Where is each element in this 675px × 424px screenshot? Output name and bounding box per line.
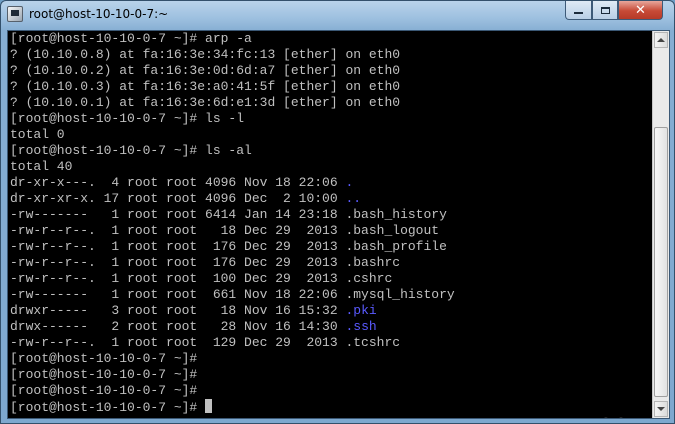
terminal-text: total 0	[10, 127, 65, 142]
title-bar[interactable]: root@host-10-10-0-7:~ ✕	[1, 1, 674, 29]
terminal-line: dr-xr-x---. 4 root root 4096 Nov 18 22:0…	[10, 175, 650, 191]
text-cursor	[205, 399, 213, 413]
terminal-text: -rw------- 1 root root 6414 Jan 14 23:18…	[10, 207, 447, 222]
terminal-line: drwxr----- 3 root root 18 Nov 16 15:32 .…	[10, 303, 650, 319]
watermark-text: www.wooyun.org	[512, 409, 669, 418]
terminal-text: dr-xr-x---. 4 root root 4096 Nov 18 22:0…	[10, 175, 346, 190]
terminal-text: dr-xr-xr-x. 17 root root 4096 Dec 2 10:0…	[10, 191, 346, 206]
terminal-line: drwx------ 2 root root 28 Nov 16 14:30 .…	[10, 319, 650, 335]
minimize-icon	[574, 12, 583, 14]
terminal-line: -rw------- 1 root root 6414 Jan 14 23:18…	[10, 207, 650, 223]
terminal-text: [root@host-10-10-0-7 ~]#	[10, 383, 198, 398]
terminal-text: [root@host-10-10-0-7 ~]# ls -l	[10, 111, 245, 126]
directory-name: .ssh	[345, 319, 377, 334]
terminal-text: drwxr----- 3 root root 18 Nov 16 15:32	[10, 303, 346, 318]
terminal-client-area[interactable]: [root@host-10-10-0-7 ~]# arp -a? (10.10.…	[7, 30, 670, 419]
maximize-button[interactable]	[592, 1, 618, 20]
terminal-text: ? (10.10.0.3) at fa:16:3e:a0:41:5f [ethe…	[10, 79, 401, 94]
terminal-line: ? (10.10.0.3) at fa:16:3e:a0:41:5f [ethe…	[10, 79, 650, 95]
directory-name: ..	[345, 191, 362, 206]
terminal-window: root@host-10-10-0-7:~ ✕ [root@host-10-10…	[0, 0, 675, 424]
terminal-line: ? (10.10.0.2) at fa:16:3e:0d:6d:a7 [ethe…	[10, 63, 650, 79]
terminal-text: [root@host-10-10-0-7 ~]#	[10, 367, 198, 382]
terminal-text: -rw-r--r--. 1 root root 176 Dec 29 2013 …	[10, 255, 401, 270]
terminal-text: [root@host-10-10-0-7 ~]# arp -a	[10, 31, 252, 46]
terminal-text: ? (10.10.0.2) at fa:16:3e:0d:6d:a7 [ethe…	[10, 63, 401, 78]
terminal-line: [root@host-10-10-0-7 ~]# arp -a	[10, 31, 650, 47]
terminal-text: -rw------- 1 root root 661 Nov 18 22:06 …	[10, 287, 455, 302]
terminal-text: [root@host-10-10-0-7 ~]#	[10, 351, 198, 366]
terminal-text: ? (10.10.0.8) at fa:16:3e:34:fc:13 [ethe…	[10, 47, 401, 62]
terminal-line: -rw-r--r--. 1 root root 18 Dec 29 2013 .…	[10, 223, 650, 239]
terminal-line: [root@host-10-10-0-7 ~]#	[10, 351, 650, 367]
terminal-line: [root@host-10-10-0-7 ~]# ls -al	[10, 143, 650, 159]
scrollbar-thumb[interactable]	[654, 127, 668, 397]
terminal-text: -rw-r--r--. 1 root root 100 Dec 29 2013 …	[10, 271, 393, 286]
window-title: root@host-10-10-0-7:~	[29, 7, 169, 21]
terminal-line: [root@host-10-10-0-7 ~]#	[10, 367, 650, 383]
terminal-line: [root@host-10-10-0-7 ~]# ls -l	[10, 111, 650, 127]
terminal-line: -rw-r--r--. 1 root root 176 Dec 29 2013 …	[10, 255, 650, 271]
terminal-line: [root@host-10-10-0-7 ~]#	[10, 383, 650, 399]
terminal-text: total 40	[10, 159, 73, 174]
terminal-line: dr-xr-xr-x. 17 root root 4096 Dec 2 10:0…	[10, 191, 650, 207]
terminal-text: ? (10.10.0.1) at fa:16:3e:6d:e1:3d [ethe…	[10, 95, 401, 110]
terminal-line: ? (10.10.0.8) at fa:16:3e:34:fc:13 [ethe…	[10, 47, 650, 63]
close-button[interactable]: ✕	[618, 1, 663, 20]
terminal-output[interactable]: [root@host-10-10-0-7 ~]# arp -a? (10.10.…	[10, 31, 650, 418]
terminal-text: drwx------ 2 root root 28 Nov 16 14:30	[10, 319, 346, 334]
minimize-button[interactable]	[565, 1, 592, 20]
directory-name: .pki	[345, 303, 377, 318]
terminal-line: -rw-r--r--. 1 root root 100 Dec 29 2013 …	[10, 271, 650, 287]
maximize-icon	[600, 6, 610, 14]
terminal-line: -rw------- 1 root root 661 Nov 18 22:06 …	[10, 287, 650, 303]
terminal-text: [root@host-10-10-0-7 ~]# ls -al	[10, 143, 252, 158]
terminal-line: total 40	[10, 159, 650, 175]
vertical-scrollbar[interactable]	[652, 31, 669, 418]
arrow-up-icon	[657, 38, 665, 42]
close-icon: ✕	[635, 2, 646, 18]
terminal-text: -rw-r--r--. 1 root root 129 Dec 29 2013 …	[10, 335, 401, 350]
terminal-text: -rw-r--r--. 1 root root 176 Dec 29 2013 …	[10, 239, 447, 254]
terminal-line: ? (10.10.0.1) at fa:16:3e:6d:e1:3d [ethe…	[10, 95, 650, 111]
directory-name: .	[345, 175, 354, 190]
terminal-line: -rw-r--r--. 1 root root 129 Dec 29 2013 …	[10, 335, 650, 351]
terminal-line: total 0	[10, 127, 650, 143]
terminal-text: [root@host-10-10-0-7 ~]#	[10, 400, 206, 415]
terminal-text: -rw-r--r--. 1 root root 18 Dec 29 2013 .…	[10, 223, 440, 238]
terminal-line: -rw-r--r--. 1 root root 176 Dec 29 2013 …	[10, 239, 650, 255]
putty-app-icon[interactable]	[7, 6, 23, 22]
scroll-up-button[interactable]	[654, 32, 668, 48]
